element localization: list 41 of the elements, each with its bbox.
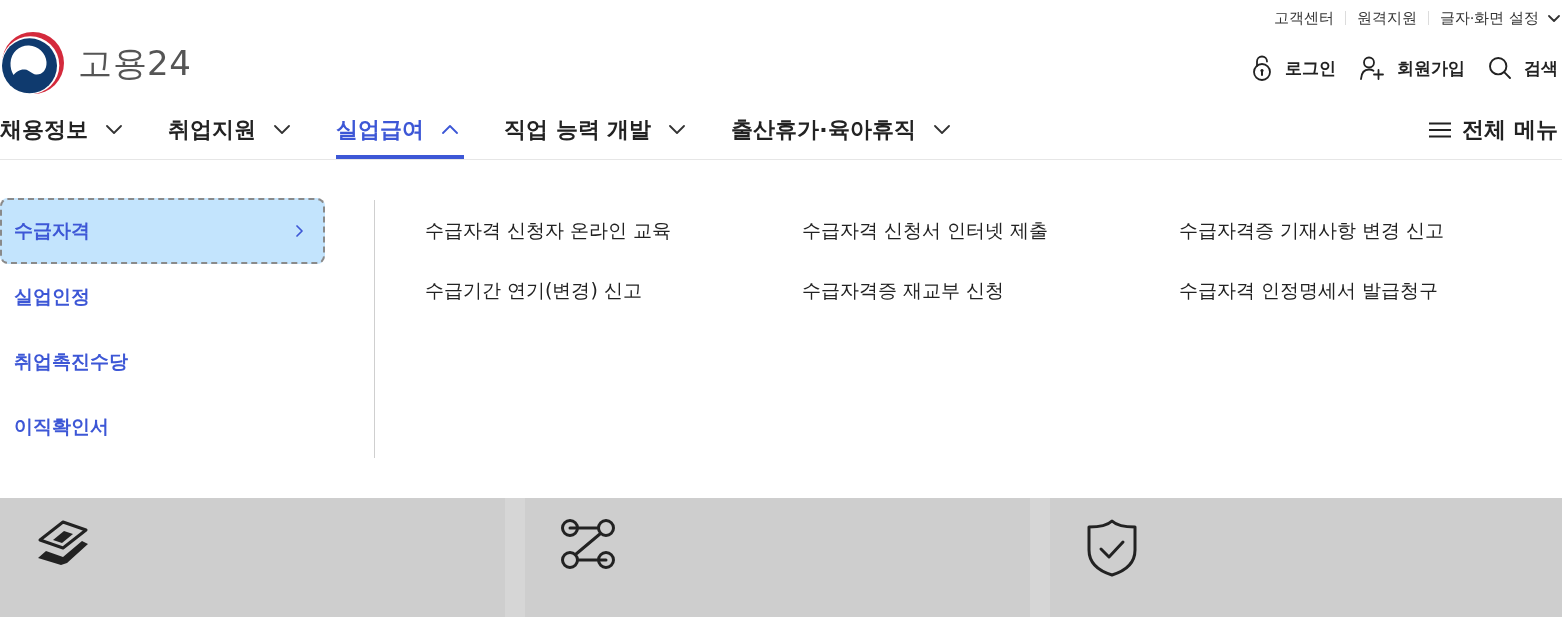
main-nav-tab[interactable]: 채용정보 xyxy=(0,100,128,159)
submenu-link[interactable]: 수급자격증 기재사항 변경 신고 xyxy=(1179,217,1445,243)
service-card[interactable] xyxy=(525,498,1030,617)
connected-nodes-icon xyxy=(561,519,615,569)
search-button[interactable]: 검색 xyxy=(1489,57,1558,79)
site-logo-text[interactable]: 고용24 xyxy=(78,43,192,83)
service-card[interactable] xyxy=(1050,498,1562,617)
submenu-link[interactable]: 수급자격 인정명세서 발급청구 xyxy=(1179,277,1439,303)
all-menu-button[interactable]: 전체 메뉴 xyxy=(1429,100,1558,159)
unlocked-padlock-icon xyxy=(1252,55,1272,81)
submenu-category[interactable]: 취업촉진수당 xyxy=(0,329,325,394)
utility-link[interactable]: 원격지원 xyxy=(1356,9,1417,27)
signup-button[interactable]: 회원가입 xyxy=(1360,56,1465,80)
submenu-link[interactable]: 수급자격증 재교부 신청 xyxy=(802,277,1005,303)
emblem-logo-icon[interactable] xyxy=(2,32,64,94)
chevron-down-icon xyxy=(933,125,950,134)
chevron-down-icon xyxy=(1548,14,1560,22)
submenu-category[interactable]: 수급자격 xyxy=(0,198,325,264)
main-nav-tab[interactable]: 출산휴가·육아휴직 xyxy=(731,100,956,159)
shield-check-icon xyxy=(1086,519,1138,577)
chevron-up-icon xyxy=(442,125,458,134)
chevron-down-icon xyxy=(106,125,122,134)
chevron-down-icon xyxy=(274,125,290,134)
add-user-icon xyxy=(1360,56,1384,80)
submenu-link[interactable]: 수급자격 신청서 인터넷 제출 xyxy=(802,217,1049,243)
main-nav-tab[interactable]: 직업 능력 개발 xyxy=(504,100,692,159)
stacked-layers-icon xyxy=(36,519,90,567)
search-icon xyxy=(1489,57,1511,79)
main-nav-tab[interactable]: 취업지원 xyxy=(168,100,296,159)
submenu-category[interactable]: 이직확인서 xyxy=(0,394,325,459)
login-button[interactable]: 로그인 xyxy=(1252,55,1336,81)
submenu-link[interactable]: 수급기간 연기(변경) 신고 xyxy=(425,277,642,303)
utility-link[interactable]: 고객센터 xyxy=(1273,9,1334,27)
chevron-right-icon xyxy=(296,225,303,237)
service-card[interactable] xyxy=(0,498,505,617)
utility-link[interactable]: 글자·화면 설정 xyxy=(1439,9,1560,27)
main-nav-tab[interactable]: 실업급여 xyxy=(336,100,464,159)
submenu-category[interactable]: 실업인정 xyxy=(0,264,325,329)
chevron-down-icon xyxy=(669,125,686,134)
submenu-link[interactable]: 수급자격 신청자 온라인 교육 xyxy=(425,217,672,243)
menu-icon xyxy=(1429,121,1452,138)
